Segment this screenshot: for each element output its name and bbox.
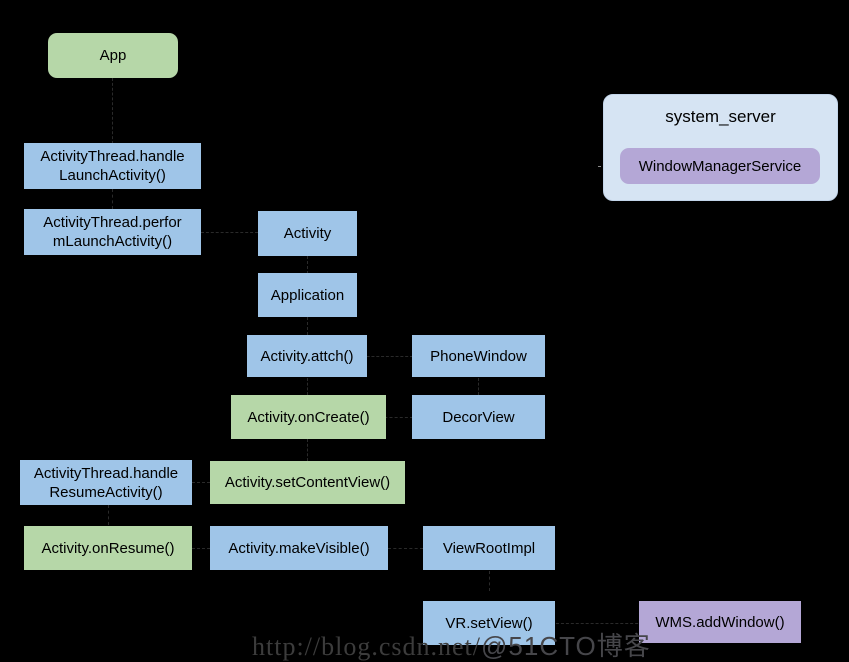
node-activity-onresume[interactable]: Activity.onResume() [24,526,192,570]
connector-attach-to-oncreate [307,378,308,395]
connector-phonewindow-to-decorview [478,378,479,395]
connector-vrsetview-to-wmsaddwindow [556,623,648,624]
node-wms-addwindow[interactable]: WMS.addWindow() [639,601,801,643]
node-activitythread-handleresumeactivity[interactable]: ActivityThread.handle ResumeActivity() [20,460,192,505]
diagram-canvas: system_server WindowManagerService App A… [0,0,849,662]
node-activity-oncreate[interactable]: Activity.onCreate() [231,395,386,439]
connector-onresume-to-makevisible [192,548,210,549]
connector-activity-to-application [307,256,308,274]
node-activity-setcontentview[interactable]: Activity.setContentView() [210,461,405,504]
connector-app-to-handle-launch [112,78,113,144]
connector-handleresume-to-setcontentview [192,482,210,483]
node-viewrootimpl[interactable]: ViewRootImpl [423,526,555,570]
connector-perform-launch-to-activity [201,232,258,233]
connector-application-to-attach [307,317,308,335]
connector-handle-to-perform-launch [112,189,113,209]
node-app[interactable]: App [48,33,178,78]
node-activitythread-handlelaunchactivity[interactable]: ActivityThread.handle LaunchActivity() [24,143,201,189]
node-phonewindow[interactable]: PhoneWindow [412,335,545,377]
node-activity[interactable]: Activity [258,211,357,256]
node-activitythread-performlaunchactivity[interactable]: ActivityThread.perfor mLaunchActivity() [24,209,201,255]
connector-viewrootimpl-to-vrsetview [489,571,490,591]
node-decorview[interactable]: DecorView [412,395,545,439]
node-application[interactable]: Application [258,273,357,317]
system-server-title: system_server [665,107,776,126]
node-activity-makevisible[interactable]: Activity.makeVisible() [210,526,388,570]
connector-oncreate-to-setcontentview [307,439,308,461]
connector-handleresume-to-onresume [108,505,109,525]
node-vr-setview[interactable]: VR.setView() [423,601,555,645]
node-window-manager-service[interactable]: WindowManagerService [620,148,820,184]
connector-makevisible-to-viewrootimpl [388,548,423,549]
node-activity-attach[interactable]: Activity.attch() [247,335,367,377]
